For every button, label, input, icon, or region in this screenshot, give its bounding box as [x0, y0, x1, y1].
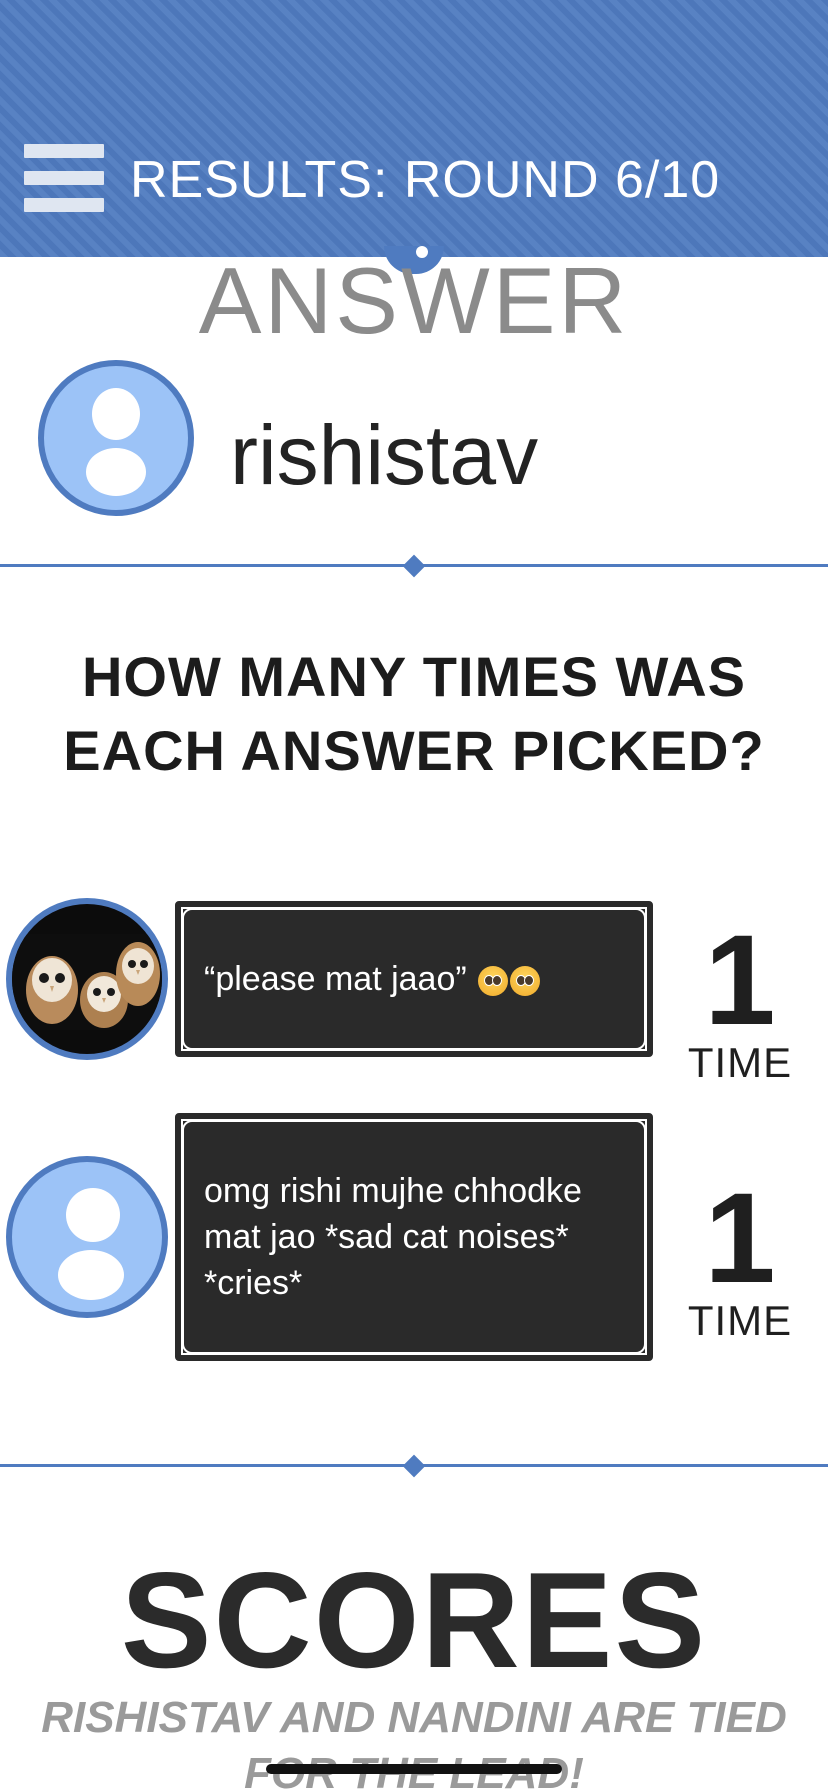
owl-photo [12, 934, 162, 1030]
question-line-1: HOW MANY TIMES WAS [81, 645, 747, 708]
answer-2-card: omg rishi mujhe chhodke mat jao *sad cat… [175, 1113, 653, 1361]
answer-1-card: “please mat jaao” [175, 901, 653, 1057]
answer-2-count: 1 TIME [676, 1167, 804, 1344]
hamburger-menu-icon[interactable] [24, 144, 104, 212]
answer-2-avatar [6, 1156, 168, 1318]
question-heading: HOW MANY TIMES WAS EACH ANSWER PICKED? [0, 640, 828, 788]
answer-2-text: omg rishi mujhe chhodke mat jao *sad cat… [204, 1172, 582, 1302]
answer-1-count-unit: TIME [687, 1039, 793, 1086]
author-avatar [38, 360, 194, 516]
pleading-face-emoji-icon [478, 966, 509, 997]
answer-2-count-unit: TIME [687, 1297, 793, 1344]
owl-right [116, 942, 160, 1006]
divider-diamond [402, 1454, 426, 1478]
home-indicator[interactable] [266, 1764, 562, 1774]
avatar-body [58, 1250, 124, 1300]
answer-1-text: “please mat jaao” [204, 956, 541, 1002]
top-bar: RESULTS: ROUND 6/10 [0, 0, 828, 257]
answer-1-avatar [6, 898, 168, 1060]
answer-heading: ANSWER [198, 248, 630, 353]
owl-left [26, 956, 78, 1024]
scores-subtitle: RISHISTAV AND NANDINI ARE TIED FOR THE L… [41, 1693, 787, 1792]
avatar-head [66, 1188, 120, 1242]
avatar-body [86, 448, 146, 496]
divider-diamond [402, 554, 426, 578]
answer-1-label: “please mat jaao” [204, 960, 467, 998]
author-name: rishistav [230, 408, 539, 502]
avatar-head [92, 388, 140, 440]
menu-line [24, 171, 104, 185]
menu-line [24, 198, 104, 212]
question-line-2: EACH ANSWER PICKED? [63, 719, 765, 782]
pleading-face-emoji-icon [510, 966, 541, 997]
answer-1-count-number: 1 [704, 909, 776, 1052]
scores-heading: SCORES [120, 1544, 708, 1696]
page-title: RESULTS: ROUND 6/10 [130, 151, 721, 209]
menu-line [24, 144, 104, 158]
answer-2-count-number: 1 [704, 1167, 776, 1310]
answer-1-count: 1 TIME [676, 909, 804, 1086]
